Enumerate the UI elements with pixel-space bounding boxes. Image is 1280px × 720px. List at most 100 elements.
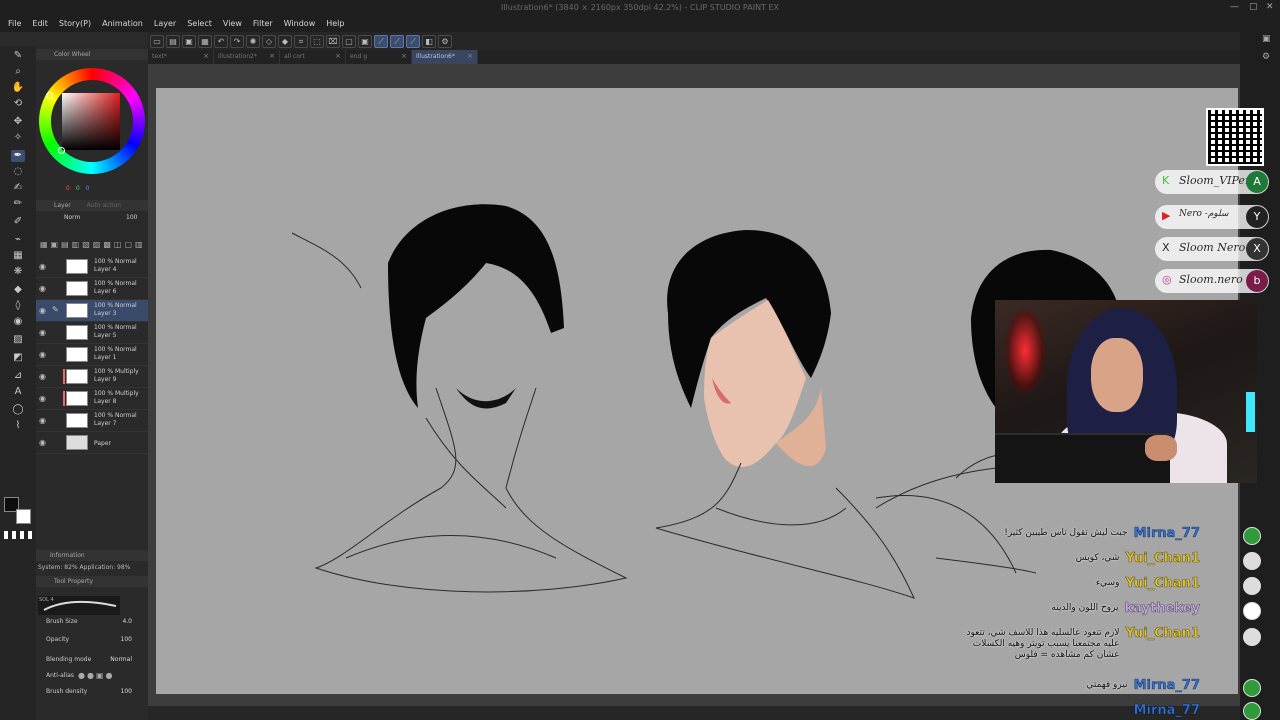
sub-color-swatch[interactable]: [16, 509, 31, 524]
brush-icon[interactable]: ✍: [11, 182, 25, 194]
anti-alias-row[interactable]: Anti-alias ●●▣●: [46, 671, 146, 680]
pencil-icon[interactable]: ✏: [11, 198, 25, 210]
brush-density-row[interactable]: Brush density 100: [46, 688, 146, 695]
eye-icon[interactable]: ◉: [39, 306, 46, 315]
eye-icon[interactable]: ◉: [39, 350, 46, 359]
layer-row-paper[interactable]: ◉ Paper: [36, 432, 148, 454]
rotate-icon[interactable]: ⟲: [11, 98, 25, 110]
invert-selection-icon[interactable]: ▣: [358, 34, 372, 48]
ruler-icon[interactable]: ⊿: [11, 370, 25, 382]
minimize-icon[interactable]: —: [1230, 2, 1239, 12]
blend-icon[interactable]: ◊: [11, 300, 25, 312]
preferences-icon[interactable]: ◧: [422, 34, 436, 48]
hand-icon[interactable]: ✋: [11, 82, 25, 94]
panel-toggle-icon[interactable]: ▣: [1262, 34, 1271, 44]
fill-bucket-icon[interactable]: ◉: [11, 316, 25, 328]
lasso-icon[interactable]: ◌: [11, 166, 25, 178]
clear-icon[interactable]: ◇: [262, 34, 276, 48]
settings-icon[interactable]: ⚙: [438, 34, 452, 48]
sv-marker[interactable]: [58, 147, 65, 154]
tab-illustration2[interactable]: Illustration2* ×: [214, 50, 280, 64]
select-all-icon[interactable]: ▢: [342, 34, 356, 48]
layer-search[interactable]: Auto action: [87, 202, 121, 209]
layer-row[interactable]: ◉ 100 % Normal Layer 4: [36, 256, 148, 278]
layer-row[interactable]: ◉ 100 % Multiply Layer 9: [36, 366, 148, 388]
close-tab-icon[interactable]: ×: [269, 52, 275, 60]
menu-edit[interactable]: Edit: [32, 16, 56, 32]
undo-icon[interactable]: ↶: [214, 34, 228, 48]
move-icon[interactable]: ✥: [11, 116, 25, 128]
anti-alias-icons[interactable]: ●●▣●: [78, 671, 115, 680]
menu-select[interactable]: Select: [187, 16, 220, 32]
fill-icon[interactable]: ◆: [278, 34, 292, 48]
layer-commands[interactable]: ▦▣▤▥▧▨▩◫▢▥: [40, 240, 146, 249]
snap-special-ruler-icon[interactable]: ⟋: [390, 34, 404, 48]
print-icon[interactable]: ▦: [198, 34, 212, 48]
marker-icon[interactable]: ⌁: [11, 234, 25, 246]
brush-density-value[interactable]: 100: [121, 688, 132, 695]
balloon-icon[interactable]: ◯: [11, 404, 25, 416]
redo-icon[interactable]: ↷: [230, 34, 244, 48]
layer-row[interactable]: ◉ 100 % Normal Layer 7: [36, 410, 148, 432]
save-icon[interactable]: ▣: [182, 34, 196, 48]
snap-ruler-icon[interactable]: ⟋: [374, 34, 388, 48]
frame-icon[interactable]: ▦: [11, 250, 25, 262]
g-pen-icon[interactable]: ✒: [11, 150, 25, 162]
maximize-icon[interactable]: ▢: [1249, 2, 1258, 12]
saturation-value-square[interactable]: [62, 93, 120, 150]
loading-icon[interactable]: ✺: [246, 34, 260, 48]
correct-line-icon[interactable]: ⌇: [11, 420, 25, 432]
opacity-value[interactable]: 100: [121, 636, 132, 643]
brush-size-row[interactable]: Brush Size 4.0: [46, 618, 146, 625]
close-icon[interactable]: ✕: [1266, 2, 1274, 12]
sparkle-icon[interactable]: ✧: [11, 132, 25, 144]
zoom-icon[interactable]: ⌕: [11, 66, 25, 78]
tab-end-g[interactable]: end g ×: [346, 50, 412, 64]
hue-marker[interactable]: [46, 92, 53, 99]
close-tab-icon[interactable]: ×: [203, 52, 209, 60]
tab-text[interactable]: text* ×: [148, 50, 214, 64]
close-tab-icon[interactable]: ×: [335, 52, 341, 60]
transparent-color-swatch[interactable]: [4, 531, 32, 539]
menu-filter[interactable]: Filter: [253, 16, 281, 32]
menu-animation[interactable]: Animation: [102, 16, 151, 32]
eye-icon[interactable]: ◉: [39, 262, 46, 271]
blending-mode-row[interactable]: Blending mode Normal: [46, 656, 146, 663]
eye-icon[interactable]: ◉: [39, 372, 46, 381]
decoration-icon[interactable]: ❋: [11, 266, 25, 278]
menu-file[interactable]: File: [8, 16, 29, 32]
transform-icon[interactable]: ⌗: [294, 34, 308, 48]
deselect-icon[interactable]: ⬚: [310, 34, 324, 48]
brush-size-value[interactable]: 4.0: [122, 618, 132, 625]
snap-grid-icon[interactable]: ⟋: [406, 34, 420, 48]
layer-row[interactable]: ◉ 100 % Multiply Layer 8: [36, 388, 148, 410]
layer-opacity-value[interactable]: 100: [126, 214, 137, 221]
crop-icon[interactable]: ⌧: [326, 34, 340, 48]
layer-row[interactable]: ◉ 100 % Normal Layer 5: [36, 322, 148, 344]
new-file-icon[interactable]: ▭: [150, 34, 164, 48]
airbrush-icon[interactable]: ✐: [11, 216, 25, 228]
panel-menu-icon[interactable]: ⚙: [1262, 52, 1270, 62]
layer-row[interactable]: ◉ 100 % Normal Layer 1: [36, 344, 148, 366]
text-tool-icon[interactable]: A: [11, 386, 25, 398]
eraser-icon[interactable]: ◆: [11, 284, 25, 296]
eye-icon[interactable]: ◉: [39, 438, 46, 447]
eye-icon[interactable]: ◉: [39, 416, 46, 425]
menu-view[interactable]: View: [223, 16, 250, 32]
open-file-icon[interactable]: ▤: [166, 34, 180, 48]
close-tab-icon[interactable]: ×: [467, 52, 473, 60]
opacity-row[interactable]: Opacity 100: [46, 636, 146, 643]
gradient-icon[interactable]: ▨: [11, 334, 25, 346]
close-tab-icon[interactable]: ×: [401, 52, 407, 60]
layer-row-selected[interactable]: ◉ ✎ 100 % Normal Layer 3: [36, 300, 148, 322]
menu-story[interactable]: Story(P): [59, 16, 99, 32]
figure-icon[interactable]: ◩: [11, 352, 25, 364]
pen-icon[interactable]: ✎: [11, 50, 25, 62]
menu-help[interactable]: Help: [326, 16, 352, 32]
tab-illustration6[interactable]: Illustration6* ×: [412, 50, 478, 64]
blend-mode-select[interactable]: Norm: [64, 214, 80, 221]
menu-window[interactable]: Window: [284, 16, 324, 32]
eye-icon[interactable]: ◉: [39, 328, 46, 337]
menu-layer[interactable]: Layer: [154, 16, 184, 32]
layer-row[interactable]: ◉ 100 % Normal Layer 6: [36, 278, 148, 300]
